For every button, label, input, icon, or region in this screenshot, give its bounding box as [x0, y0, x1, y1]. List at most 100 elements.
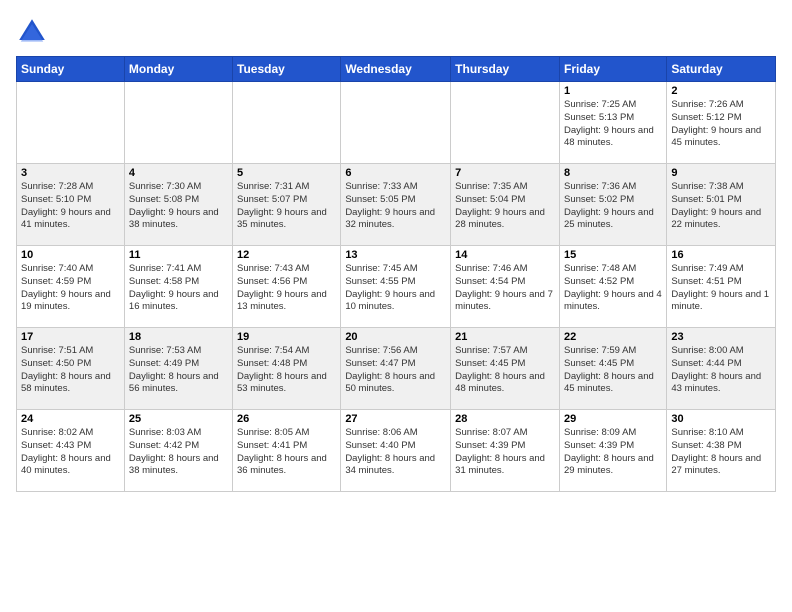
day-number: 29	[564, 413, 662, 425]
calendar-cell: 19 Sunrise: 7:54 AM Sunset: 4:48 PM Dayli…	[233, 328, 341, 410]
day-info: Sunrise: 7:40 AM Sunset: 4:59 PM Dayligh…	[21, 263, 120, 314]
calendar-cell: 12 Sunrise: 7:43 AM Sunset: 4:56 PM Dayli…	[233, 246, 341, 328]
calendar-week-4: 24 Sunrise: 8:02 AM Sunset: 4:43 PM Dayli…	[17, 410, 776, 492]
day-info: Sunrise: 7:41 AM Sunset: 4:58 PM Dayligh…	[129, 263, 228, 314]
calendar-cell: 3 Sunrise: 7:28 AM Sunset: 5:10 PM Daylig…	[17, 164, 125, 246]
day-number: 20	[345, 331, 446, 343]
calendar-cell: 30Sunrise: 8:10 AM Sunset: 4:38 PM Dayli…	[667, 410, 776, 492]
calendar-cell: 11 Sunrise: 7:41 AM Sunset: 4:58 PM Dayli…	[124, 246, 232, 328]
day-number: 4	[129, 167, 228, 179]
day-number: 3	[21, 167, 120, 179]
calendar-cell: 21Sunrise: 7:57 AM Sunset: 4:45 PM Dayli…	[451, 328, 560, 410]
day-number: 8	[564, 167, 662, 179]
calendar-cell: 22 Sunrise: 7:59 AM Sunset: 4:45 PM Dayli…	[559, 328, 666, 410]
weekday-header-friday: Friday	[559, 57, 666, 82]
day-number: 5	[237, 167, 336, 179]
day-info: Sunrise: 8:00 AM Sunset: 4:44 PM Dayligh…	[671, 345, 771, 396]
calendar-cell: 7Sunrise: 7:35 AM Sunset: 5:04 PM Daylig…	[451, 164, 560, 246]
day-number: 27	[345, 413, 446, 425]
day-info: Sunrise: 8:07 AM Sunset: 4:39 PM Dayligh…	[455, 427, 555, 478]
header	[16, 16, 776, 48]
day-info: Sunrise: 8:06 AM Sunset: 4:40 PM Dayligh…	[345, 427, 446, 478]
calendar-table: SundayMondayTuesdayWednesdayThursdayFrid…	[16, 56, 776, 492]
day-number: 19	[237, 331, 336, 343]
calendar-cell	[341, 82, 451, 164]
calendar-cell: 28 Sunrise: 8:07 AM Sunset: 4:39 PM Dayli…	[451, 410, 560, 492]
logo-icon	[16, 16, 48, 48]
day-number: 13	[345, 249, 446, 261]
day-info: Sunrise: 7:49 AM Sunset: 4:51 PM Dayligh…	[671, 263, 771, 314]
day-info: Sunrise: 7:43 AM Sunset: 4:56 PM Dayligh…	[237, 263, 336, 314]
calendar-cell	[451, 82, 560, 164]
calendar-week-0: 1Sunrise: 7:25 AM Sunset: 5:13 PM Daylig…	[17, 82, 776, 164]
calendar-cell	[233, 82, 341, 164]
calendar-cell: 6 Sunrise: 7:33 AM Sunset: 5:05 PM Daylig…	[341, 164, 451, 246]
calendar-cell	[124, 82, 232, 164]
day-info: Sunrise: 8:03 AM Sunset: 4:42 PM Dayligh…	[129, 427, 228, 478]
calendar-body: 1Sunrise: 7:25 AM Sunset: 5:13 PM Daylig…	[17, 82, 776, 492]
day-info: Sunrise: 7:56 AM Sunset: 4:47 PM Dayligh…	[345, 345, 446, 396]
calendar-cell	[17, 82, 125, 164]
day-info: Sunrise: 7:53 AM Sunset: 4:49 PM Dayligh…	[129, 345, 228, 396]
calendar-cell: 18 Sunrise: 7:53 AM Sunset: 4:49 PM Dayli…	[124, 328, 232, 410]
calendar-cell: 14 Sunrise: 7:46 AM Sunset: 4:54 PM Dayli…	[451, 246, 560, 328]
day-info: Sunrise: 7:38 AM Sunset: 5:01 PM Dayligh…	[671, 181, 771, 232]
calendar-cell: 29 Sunrise: 8:09 AM Sunset: 4:39 PM Dayli…	[559, 410, 666, 492]
calendar-cell: 13 Sunrise: 7:45 AM Sunset: 4:55 PM Dayli…	[341, 246, 451, 328]
day-info: Sunrise: 7:26 AM Sunset: 5:12 PM Dayligh…	[671, 99, 771, 150]
day-number: 21	[455, 331, 555, 343]
day-info: Sunrise: 7:54 AM Sunset: 4:48 PM Dayligh…	[237, 345, 336, 396]
calendar-week-3: 17 Sunrise: 7:51 AM Sunset: 4:50 PM Dayli…	[17, 328, 776, 410]
calendar-cell: 4Sunrise: 7:30 AM Sunset: 5:08 PM Daylig…	[124, 164, 232, 246]
weekday-header-tuesday: Tuesday	[233, 57, 341, 82]
day-number: 22	[564, 331, 662, 343]
day-info: Sunrise: 8:09 AM Sunset: 4:39 PM Dayligh…	[564, 427, 662, 478]
day-info: Sunrise: 7:36 AM Sunset: 5:02 PM Dayligh…	[564, 181, 662, 232]
calendar-cell: 25Sunrise: 8:03 AM Sunset: 4:42 PM Dayli…	[124, 410, 232, 492]
day-number: 16	[671, 249, 771, 261]
calendar-cell: 2 Sunrise: 7:26 AM Sunset: 5:12 PM Daylig…	[667, 82, 776, 164]
day-number: 24	[21, 413, 120, 425]
calendar-cell: 26Sunrise: 8:05 AM Sunset: 4:41 PM Dayli…	[233, 410, 341, 492]
calendar-cell: 5 Sunrise: 7:31 AM Sunset: 5:07 PM Daylig…	[233, 164, 341, 246]
calendar-cell: 1Sunrise: 7:25 AM Sunset: 5:13 PM Daylig…	[559, 82, 666, 164]
calendar-cell: 16 Sunrise: 7:49 AM Sunset: 4:51 PM Dayli…	[667, 246, 776, 328]
weekday-header-saturday: Saturday	[667, 57, 776, 82]
day-number: 2	[671, 85, 771, 97]
day-number: 11	[129, 249, 228, 261]
calendar-cell: 8 Sunrise: 7:36 AM Sunset: 5:02 PM Daylig…	[559, 164, 666, 246]
day-number: 6	[345, 167, 446, 179]
day-info: Sunrise: 7:31 AM Sunset: 5:07 PM Dayligh…	[237, 181, 336, 232]
day-info: Sunrise: 7:51 AM Sunset: 4:50 PM Dayligh…	[21, 345, 120, 396]
day-info: Sunrise: 7:59 AM Sunset: 4:45 PM Dayligh…	[564, 345, 662, 396]
day-number: 10	[21, 249, 120, 261]
weekday-header-monday: Monday	[124, 57, 232, 82]
day-number: 12	[237, 249, 336, 261]
day-number: 28	[455, 413, 555, 425]
day-number: 18	[129, 331, 228, 343]
calendar-cell: 20 Sunrise: 7:56 AM Sunset: 4:47 PM Dayli…	[341, 328, 451, 410]
day-info: Sunrise: 8:10 AM Sunset: 4:38 PM Dayligh…	[671, 427, 771, 478]
weekday-header-thursday: Thursday	[451, 57, 560, 82]
day-info: Sunrise: 7:46 AM Sunset: 4:54 PM Dayligh…	[455, 263, 555, 314]
day-number: 26	[237, 413, 336, 425]
day-info: Sunrise: 7:33 AM Sunset: 5:05 PM Dayligh…	[345, 181, 446, 232]
calendar-week-2: 10 Sunrise: 7:40 AM Sunset: 4:59 PM Dayli…	[17, 246, 776, 328]
day-info: Sunrise: 8:02 AM Sunset: 4:43 PM Dayligh…	[21, 427, 120, 478]
day-number: 17	[21, 331, 120, 343]
day-info: Sunrise: 7:45 AM Sunset: 4:55 PM Dayligh…	[345, 263, 446, 314]
day-number: 14	[455, 249, 555, 261]
calendar-cell: 15Sunrise: 7:48 AM Sunset: 4:52 PM Dayli…	[559, 246, 666, 328]
calendar-week-1: 3 Sunrise: 7:28 AM Sunset: 5:10 PM Daylig…	[17, 164, 776, 246]
day-number: 23	[671, 331, 771, 343]
calendar-cell: 24 Sunrise: 8:02 AM Sunset: 4:43 PM Dayli…	[17, 410, 125, 492]
weekday-header-wednesday: Wednesday	[341, 57, 451, 82]
calendar-header: SundayMondayTuesdayWednesdayThursdayFrid…	[17, 57, 776, 82]
day-number: 9	[671, 167, 771, 179]
page-container: SundayMondayTuesdayWednesdayThursdayFrid…	[0, 0, 792, 500]
weekday-row: SundayMondayTuesdayWednesdayThursdayFrid…	[17, 57, 776, 82]
day-number: 7	[455, 167, 555, 179]
calendar-cell: 10 Sunrise: 7:40 AM Sunset: 4:59 PM Dayli…	[17, 246, 125, 328]
day-info: Sunrise: 7:28 AM Sunset: 5:10 PM Dayligh…	[21, 181, 120, 232]
calendar-cell: 27 Sunrise: 8:06 AM Sunset: 4:40 PM Dayli…	[341, 410, 451, 492]
